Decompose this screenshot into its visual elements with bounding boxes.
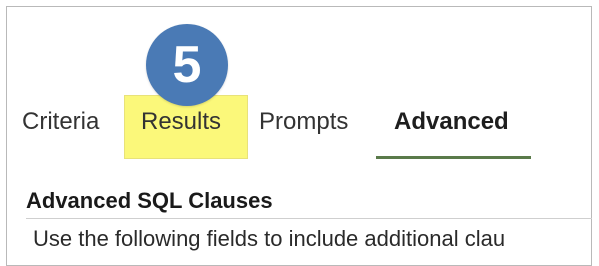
tab-prompts[interactable]: Prompts	[259, 108, 348, 136]
step-number-badge: 5	[146, 24, 228, 106]
tab-criteria[interactable]: Criteria	[22, 108, 99, 136]
tab-bar: Criteria Results Prompts Advanced	[0, 0, 599, 253]
selected-tab-underline	[376, 156, 531, 159]
tab-results[interactable]: Results	[141, 108, 221, 136]
tab-advanced[interactable]: Advanced	[394, 108, 509, 136]
